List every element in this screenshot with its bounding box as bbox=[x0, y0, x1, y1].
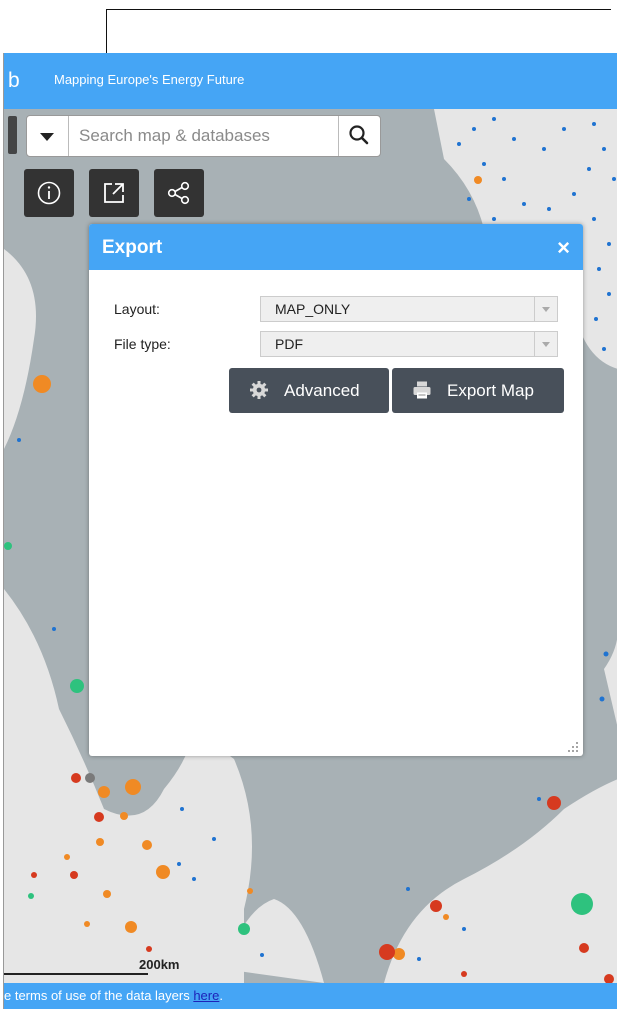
map-app: b Mapping Europe's Energy Future 200km S… bbox=[3, 53, 617, 1009]
printer-icon bbox=[413, 381, 431, 399]
share-button[interactable] bbox=[154, 169, 204, 217]
chevron-down-icon bbox=[534, 332, 557, 356]
scale-bar bbox=[4, 973, 148, 975]
panel-header: Export × bbox=[89, 224, 583, 270]
advanced-button[interactable]: Advanced bbox=[229, 368, 389, 413]
terms-link[interactable]: here bbox=[193, 988, 219, 1003]
export-map-button[interactable]: Export Map bbox=[392, 368, 564, 413]
share-icon bbox=[167, 181, 190, 205]
search-button[interactable] bbox=[338, 116, 380, 156]
export-panel: Export × Layout: MAP_ONLY File type: PDF bbox=[89, 224, 583, 756]
info-button[interactable] bbox=[24, 169, 74, 217]
search-box bbox=[26, 115, 381, 157]
resize-handle-icon[interactable] bbox=[567, 741, 579, 753]
info-icon bbox=[37, 181, 61, 205]
app-logo: b bbox=[8, 69, 20, 92]
chevron-down-icon bbox=[534, 297, 557, 321]
export-button[interactable] bbox=[89, 169, 139, 217]
side-panel-toggle[interactable] bbox=[8, 116, 17, 154]
layout-select[interactable]: MAP_ONLY bbox=[260, 296, 558, 322]
app-header: b Mapping Europe's Energy Future bbox=[4, 53, 617, 109]
close-icon[interactable]: × bbox=[557, 235, 570, 261]
callout-line bbox=[106, 9, 611, 10]
footer-period: . bbox=[219, 988, 223, 1003]
panel-title: Export bbox=[102, 237, 163, 258]
layout-value: MAP_ONLY bbox=[275, 301, 351, 317]
export-icon bbox=[104, 183, 124, 203]
advanced-label: Advanced bbox=[284, 381, 360, 400]
filetype-label: File type: bbox=[114, 336, 171, 352]
search-input[interactable] bbox=[79, 123, 299, 149]
gear-icon bbox=[250, 381, 268, 399]
scale-label: 200km bbox=[139, 957, 180, 972]
footer-text: e terms of use of the data layers bbox=[4, 988, 194, 1003]
search-dropdown-button[interactable] bbox=[27, 116, 69, 156]
filetype-value: PDF bbox=[275, 336, 303, 352]
search-icon bbox=[349, 125, 369, 145]
app-title: Mapping Europe's Energy Future bbox=[54, 72, 245, 87]
footer-bar: e terms of use of the data layers here. bbox=[4, 983, 617, 1009]
export-map-label: Export Map bbox=[447, 381, 534, 400]
filetype-select[interactable]: PDF bbox=[260, 331, 558, 357]
layout-label: Layout: bbox=[114, 301, 160, 317]
